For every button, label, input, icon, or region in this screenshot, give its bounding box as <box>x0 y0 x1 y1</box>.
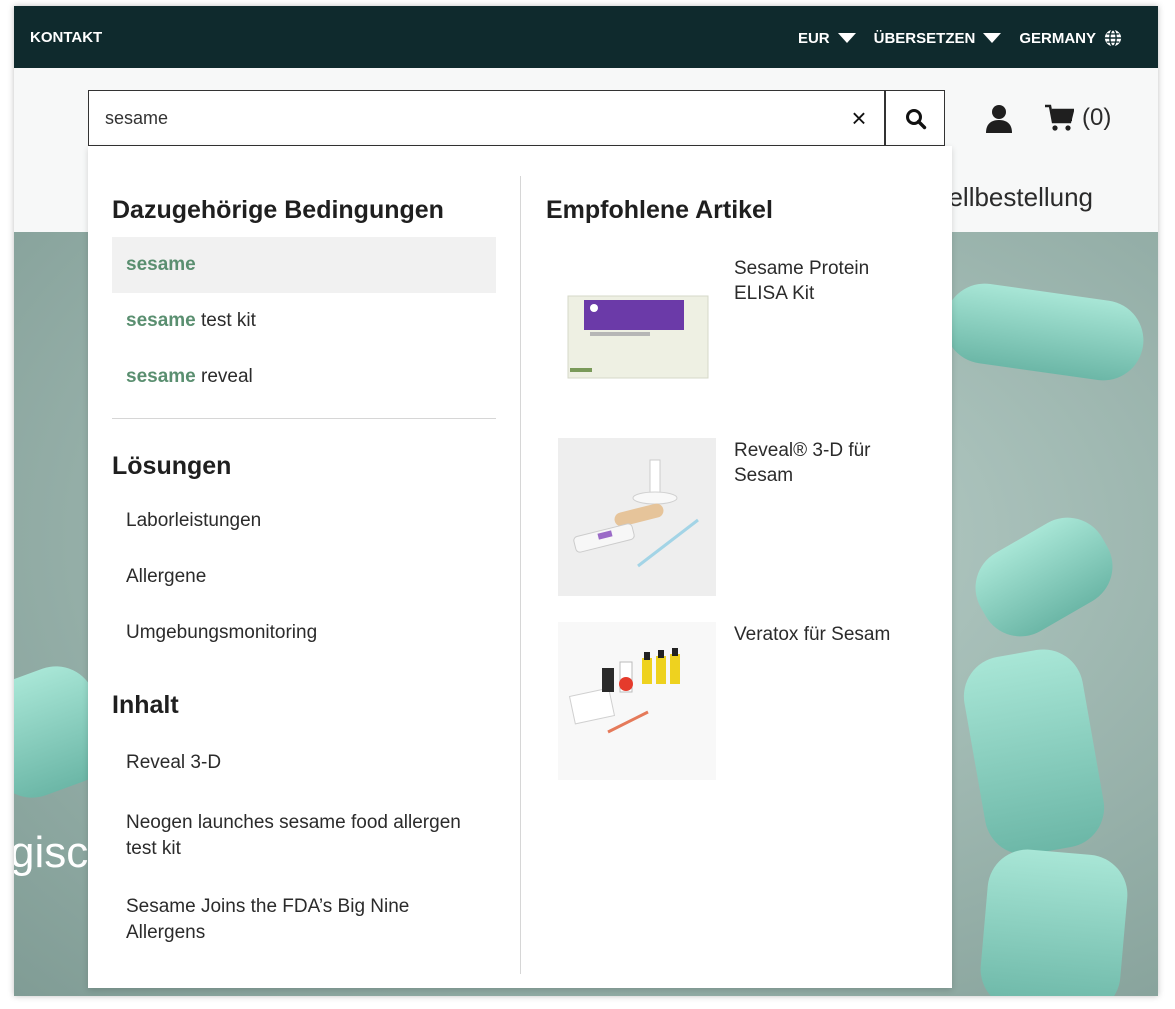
related-term-item[interactable]: sesame <box>112 237 496 293</box>
related-term-rest: reveal <box>195 366 253 387</box>
page-frame: KONTAKT EUR ÜBERSETZEN GERMANY gisc nell… <box>14 6 1158 996</box>
product-title: Sesame Protein ELISA Kit <box>734 258 870 304</box>
related-term-item[interactable]: sesame test kit <box>112 293 496 349</box>
related-term-rest: test kit <box>195 310 256 331</box>
currency-selector[interactable]: EUR <box>798 30 856 47</box>
search-button[interactable] <box>885 90 945 146</box>
chevron-down-icon <box>837 33 856 43</box>
close-icon[interactable]: × <box>846 105 872 131</box>
related-term-item[interactable]: sesame reveal <box>112 349 496 405</box>
featured-heading: Empfohlene Artikel <box>546 196 773 224</box>
content-item[interactable]: Sesame Joins the FDA’s Big Nine Allergen… <box>112 894 482 946</box>
featured-product-card[interactable]: Sesame Protein ELISA Kit <box>558 256 938 416</box>
top-bar-controls: EUR ÜBERSETZEN GERMANY <box>798 29 1122 47</box>
solution-item[interactable]: Umgebungsmonitoring <box>112 622 496 644</box>
globe-icon <box>1104 29 1122 47</box>
solution-item[interactable]: Allergene <box>112 566 496 588</box>
region-label: GERMANY <box>1019 29 1096 47</box>
translate-selector[interactable]: ÜBERSETZEN <box>874 30 1002 47</box>
solutions-heading: Lösungen <box>112 452 232 480</box>
product-title: Veratox für Sesam <box>734 624 891 645</box>
quick-order-link[interactable]: nellbestellung <box>934 182 1093 213</box>
region-selector[interactable]: GERMANY <box>1019 29 1122 47</box>
content-item[interactable]: Neogen launches sesame food allergen tes… <box>112 810 472 862</box>
top-bar: KONTAKT EUR ÜBERSETZEN GERMANY <box>14 6 1158 68</box>
related-terms-heading: Dazugehörige Bedingungen <box>112 196 444 224</box>
hero-pill-image <box>960 503 1128 651</box>
cart-button[interactable]: (0) <box>1044 104 1111 132</box>
product-image <box>558 256 716 414</box>
content-heading: Inhalt <box>112 691 179 719</box>
product-image <box>558 438 716 596</box>
currency-label: EUR <box>797 29 830 47</box>
cart-icon <box>1045 104 1074 131</box>
hero-pill-image <box>939 278 1149 386</box>
contact-link[interactable]: KONTAKT <box>30 29 102 46</box>
related-term-match: sesame <box>126 310 196 331</box>
solution-item[interactable]: Laborleistungen <box>112 510 496 532</box>
cart-count: (0) <box>1082 104 1112 131</box>
translate-label: ÜBERSETZEN <box>873 29 976 47</box>
related-term-match: sesame <box>126 366 196 387</box>
search-suggestions-dropdown: Dazugehörige Bedingungen sesame sesame t… <box>88 146 952 988</box>
featured-product-card[interactable]: Veratox für Sesam <box>558 622 938 782</box>
hero-heading: gisc <box>14 828 89 877</box>
search-input[interactable] <box>89 91 829 145</box>
hero-pill-image <box>957 643 1111 861</box>
user-icon[interactable] <box>984 104 1014 134</box>
featured-product-card[interactable]: Reveal® 3-D für Sesam <box>558 438 938 598</box>
search-box: × <box>88 90 885 146</box>
product-image <box>558 622 716 780</box>
section-divider <box>112 418 496 419</box>
related-term-match: sesame <box>126 254 196 275</box>
chevron-down-icon <box>983 33 1002 43</box>
content-item[interactable]: Reveal 3-D <box>112 752 496 774</box>
product-title: Reveal® 3-D für Sesam <box>734 440 871 486</box>
search-icon <box>906 109 927 130</box>
column-divider <box>520 176 521 974</box>
hero-pill-image <box>977 846 1131 996</box>
